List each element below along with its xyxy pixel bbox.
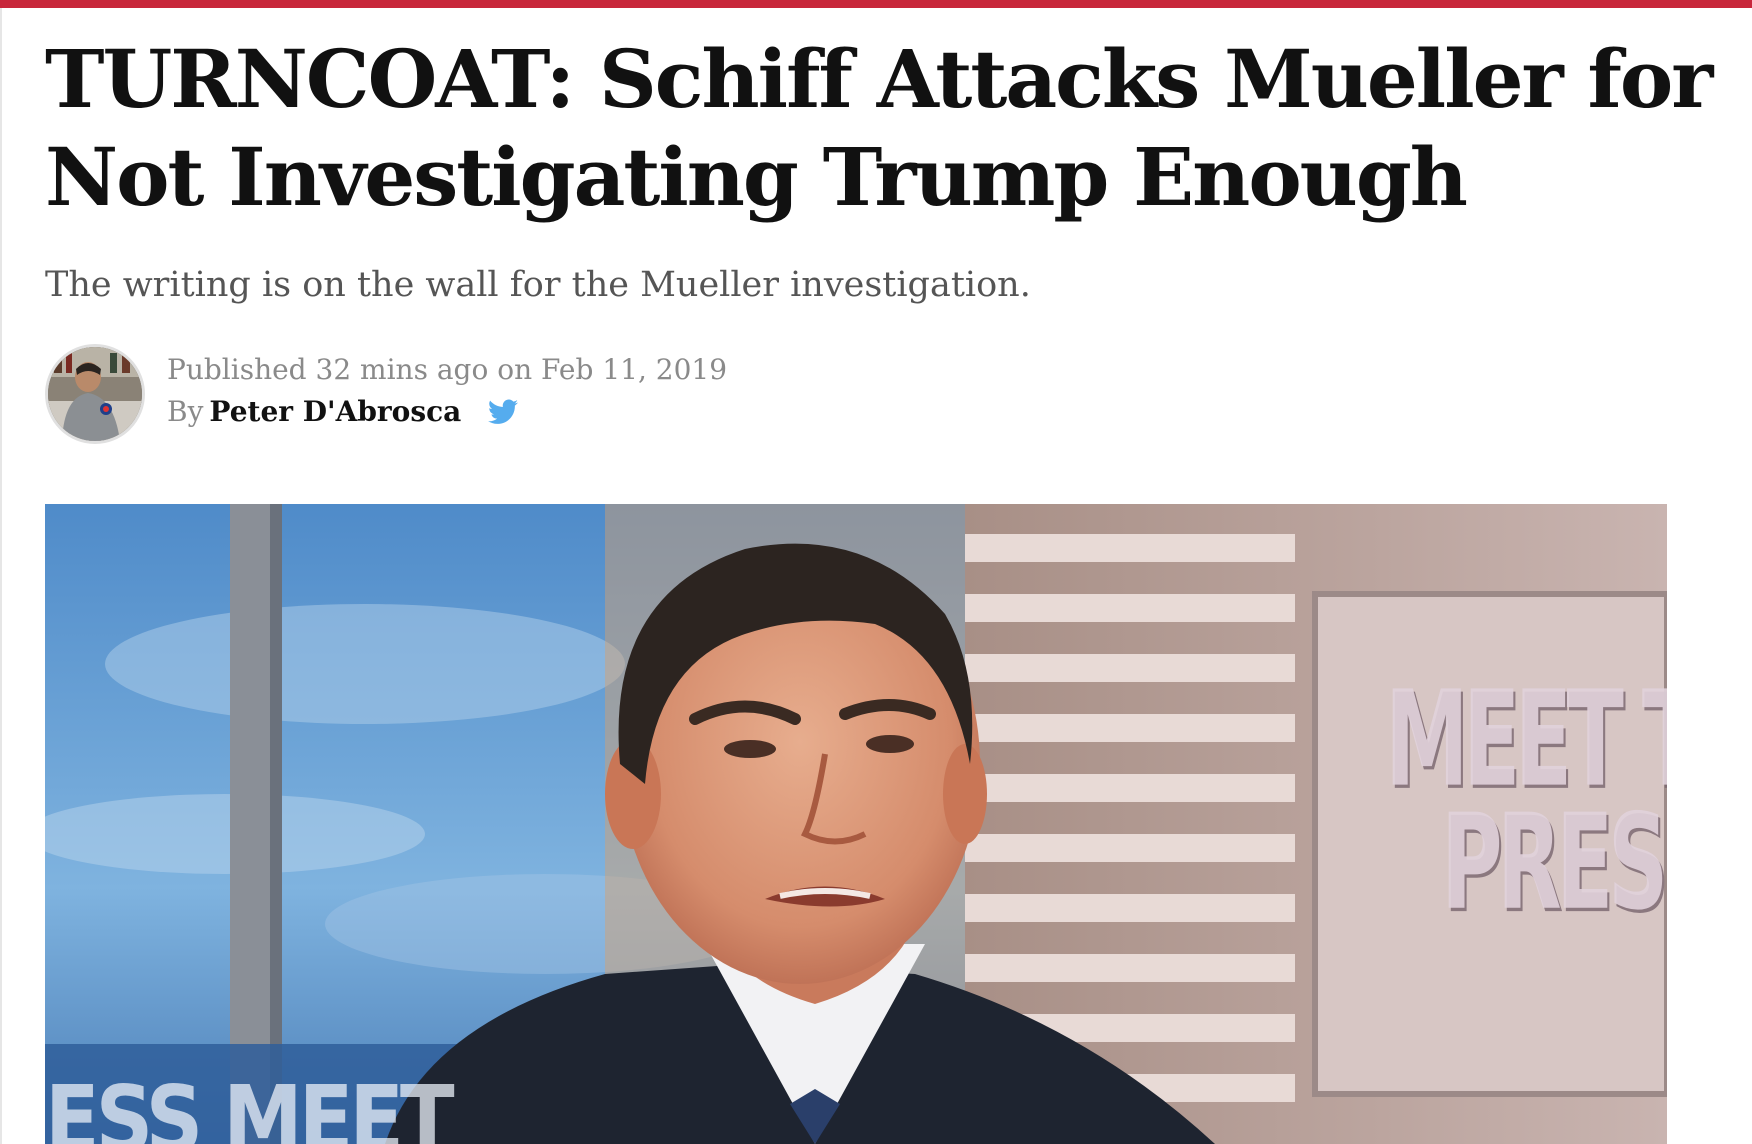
- published-line: Published 32 mins ago on Feb 11, 2019: [167, 352, 727, 388]
- article-subtitle: The writing is on the wall for the Muell…: [45, 265, 1031, 305]
- author-name-link[interactable]: Peter D'Abrosca: [209, 395, 461, 428]
- published-on-label: on: [497, 353, 533, 386]
- author-avatar[interactable]: [45, 344, 145, 444]
- article-byline: Published 32 mins ago on Feb 11, 2019 By…: [45, 344, 945, 446]
- article-headline: TURNCOAT: Schiff Attacks Mueller for Not…: [45, 32, 1713, 224]
- top-accent-bar: [0, 0, 1752, 8]
- page-left-border: [0, 8, 2, 1144]
- hero-background-brand: MEET T PRES: [1385, 674, 1667, 940]
- published-relative: 32 mins ago: [315, 353, 489, 386]
- hero-image[interactable]: ESS MEET MEET T PRES: [45, 504, 1667, 1144]
- article-meta: Published 32 mins ago on Feb 11, 2019 By…: [167, 352, 727, 430]
- author-line: By Peter D'Abrosca: [167, 394, 727, 430]
- published-label: Published: [167, 353, 307, 386]
- twitter-bird-icon[interactable]: [488, 398, 519, 424]
- published-date: Feb 11, 2019: [541, 353, 728, 386]
- hero-background-text-left: ESS MEET: [45, 1066, 455, 1144]
- author-avatar-image: [48, 347, 142, 441]
- by-label: By: [167, 395, 204, 428]
- hero-brand-line2: PRES: [1441, 786, 1667, 940]
